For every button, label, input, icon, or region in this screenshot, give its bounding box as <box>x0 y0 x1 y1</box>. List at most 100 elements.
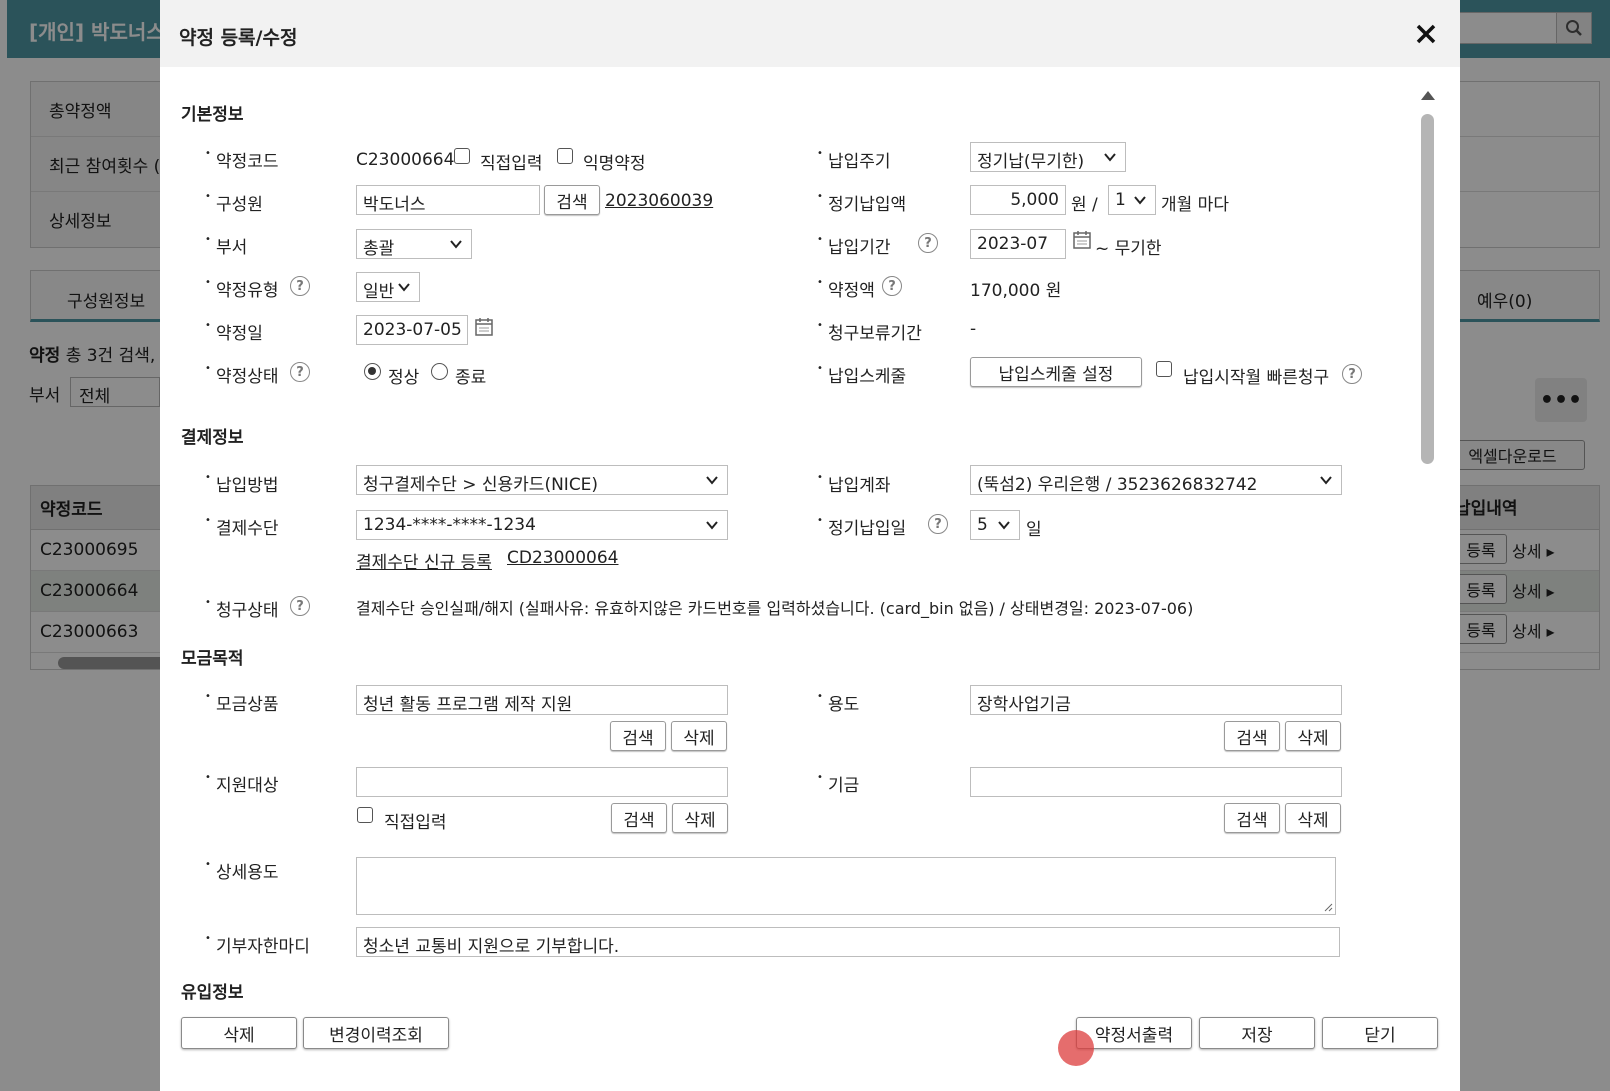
help-icon[interactable]: ? <box>918 233 938 253</box>
bill-status-label: 청구상태 <box>205 596 278 621</box>
chevron-down-icon <box>398 283 410 292</box>
fast-bill-checkbox[interactable] <box>1156 361 1172 377</box>
resize-handle-icon[interactable] <box>1323 902 1333 912</box>
payment-means-select[interactable]: 1234-****-****-1234 <box>356 510 728 540</box>
fund-delete-button[interactable]: 삭제 <box>1285 803 1341 833</box>
pledge-status-label: 약정상태 <box>205 362 278 387</box>
payment-account-select[interactable]: (뚝섬2) 우리은행 / 3523626832742 <box>970 465 1342 495</box>
month-unit: 개월 마다 <box>1161 195 1229 215</box>
fund-search-button[interactable]: 검색 <box>1224 803 1280 833</box>
usage-search-button[interactable]: 검색 <box>1224 721 1280 751</box>
product-input[interactable]: 청년 활동 프로그램 제작 지원 <box>356 685 728 715</box>
target-search-button[interactable]: 검색 <box>611 803 667 833</box>
payment-cycle-select[interactable]: 정기납(무기한) <box>970 142 1126 172</box>
bill-hold-label: 청구보류기간 <box>817 319 922 344</box>
member-search-button[interactable]: 검색 <box>544 185 600 215</box>
help-icon[interactable]: ? <box>882 276 902 296</box>
fund-input[interactable] <box>970 767 1342 797</box>
target-delete-button[interactable]: 삭제 <box>672 803 728 833</box>
member-label: 구성원 <box>205 190 263 215</box>
print-pledge-button[interactable]: 약정서출력 <box>1076 1017 1192 1049</box>
pledge-code-value: C23000664 <box>356 150 455 170</box>
modal-header: 약정 등록/수정 <box>160 0 1460 67</box>
section-purpose: 모금목적 <box>181 649 244 669</box>
anonymous-label: 익명약정 <box>583 154 646 174</box>
product-delete-button[interactable]: 삭제 <box>671 721 727 751</box>
direct-input-checkbox[interactable] <box>454 148 470 164</box>
means-code-link[interactable]: CD23000064 <box>507 548 619 568</box>
dept-select-value: 총괄 <box>363 239 395 259</box>
target-direct-input-checkbox[interactable] <box>357 807 373 823</box>
delete-button[interactable]: 삭제 <box>181 1017 297 1049</box>
pledge-amount-label: 약정액 <box>817 276 875 301</box>
member-input[interactable]: 박도너스 <box>356 185 540 215</box>
pledge-amount-value: 170,000 원 <box>970 281 1062 301</box>
payment-period-label: 납입기간 <box>817 233 890 258</box>
dept-select[interactable]: 총괄 <box>356 229 472 259</box>
change-history-button[interactable]: 변경이력조회 <box>303 1017 449 1049</box>
payment-period-input[interactable]: 2023-07 <box>970 229 1066 259</box>
direct-input-label: 직접입력 <box>480 154 543 174</box>
donor-message-label: 기부자한마디 <box>205 932 310 957</box>
month-interval-select[interactable]: 1 <box>1108 185 1156 215</box>
help-icon[interactable]: ? <box>928 514 948 534</box>
payment-cycle-value: 정기납(무기한) <box>977 152 1085 172</box>
anonymous-checkbox[interactable] <box>557 148 573 164</box>
product-label: 모금상품 <box>205 690 278 715</box>
support-target-input[interactable] <box>356 767 728 797</box>
save-button[interactable]: 저장 <box>1199 1017 1315 1049</box>
chevron-down-icon <box>1104 153 1116 162</box>
status-normal-label: 정상 <box>388 368 420 388</box>
detail-usage-textarea[interactable] <box>356 857 1336 915</box>
payment-day-unit: 일 <box>1026 520 1042 540</box>
payment-schedule-label: 납입스케줄 <box>817 362 906 387</box>
modal-title: 약정 등록/수정 <box>179 27 298 49</box>
pledge-type-value: 일반 <box>363 282 395 302</box>
modal-scrollbar[interactable] <box>1417 87 1439 1024</box>
payment-method-label: 납입방법 <box>205 471 278 496</box>
member-id-link[interactable]: 2023060039 <box>605 191 713 211</box>
help-icon[interactable]: ? <box>1342 364 1362 384</box>
chevron-down-icon <box>998 521 1010 530</box>
section-payment: 결제정보 <box>181 428 244 448</box>
close-button[interactable]: 닫기 <box>1322 1017 1438 1049</box>
regular-amount-label: 정기납입액 <box>817 190 906 215</box>
payment-period-end: ~ 무기한 <box>1095 239 1162 259</box>
usage-input[interactable]: 장학사업기금 <box>970 685 1342 715</box>
product-search-button[interactable]: 검색 <box>610 721 666 751</box>
support-target-label: 지원대상 <box>205 771 278 796</box>
schedule-setting-button[interactable]: 납입스케줄 설정 <box>970 357 1142 387</box>
status-end-radio[interactable] <box>431 363 448 380</box>
pledge-type-select[interactable]: 일반 <box>356 272 420 302</box>
usage-delete-button[interactable]: 삭제 <box>1285 721 1341 751</box>
close-icon[interactable] <box>1410 18 1442 50</box>
amount-unit: 원 / <box>1071 195 1098 215</box>
payment-day-label: 정기납입일 <box>817 514 906 539</box>
section-inflow: 유입정보 <box>181 983 244 1003</box>
payment-method-select[interactable]: 청구결제수단 > 신용카드(NICE) <box>356 465 728 495</box>
help-icon[interactable]: ? <box>290 596 310 616</box>
calendar-icon[interactable] <box>474 317 494 337</box>
bill-hold-value: - <box>970 319 977 339</box>
status-normal-radio[interactable] <box>364 363 381 380</box>
scroll-up-icon[interactable] <box>1421 91 1435 100</box>
payment-account-value: (뚝섬2) 우리은행 / 3523626832742 <box>977 475 1258 495</box>
help-icon[interactable]: ? <box>290 276 310 296</box>
target-direct-input-label: 직접입력 <box>384 813 447 833</box>
payment-cycle-label: 납입주기 <box>817 147 890 172</box>
calendar-icon[interactable] <box>1072 230 1092 250</box>
bill-status-value: 결제수단 승인실패/해지 (실패사유: 유효하지않은 카드번호를 입력하셨습니다… <box>356 599 1194 618</box>
help-icon[interactable]: ? <box>290 362 310 382</box>
payment-day-select[interactable]: 5 <box>970 510 1020 540</box>
dept-label: 부서 <box>205 233 247 258</box>
pledge-date-input[interactable]: 2023-07-05 <box>356 315 468 345</box>
new-means-link[interactable]: 결제수단 신규 등록 <box>356 548 492 573</box>
chevron-down-icon <box>1134 196 1146 205</box>
payment-means-value: 1234-****-****-1234 <box>363 515 536 535</box>
regular-amount-input[interactable]: 5,000 <box>970 185 1066 215</box>
donor-message-input[interactable]: 청소년 교통비 지원으로 기부합니다. <box>356 927 1340 957</box>
scroll-thumb[interactable] <box>1421 114 1434 464</box>
payment-means-label: 결제수단 <box>205 514 278 539</box>
chevron-down-icon <box>706 476 718 485</box>
pledge-edit-modal: 약정 등록/수정 기본정보 약정코드 C23000664 직접입력 익명약정 구… <box>160 0 1460 1091</box>
